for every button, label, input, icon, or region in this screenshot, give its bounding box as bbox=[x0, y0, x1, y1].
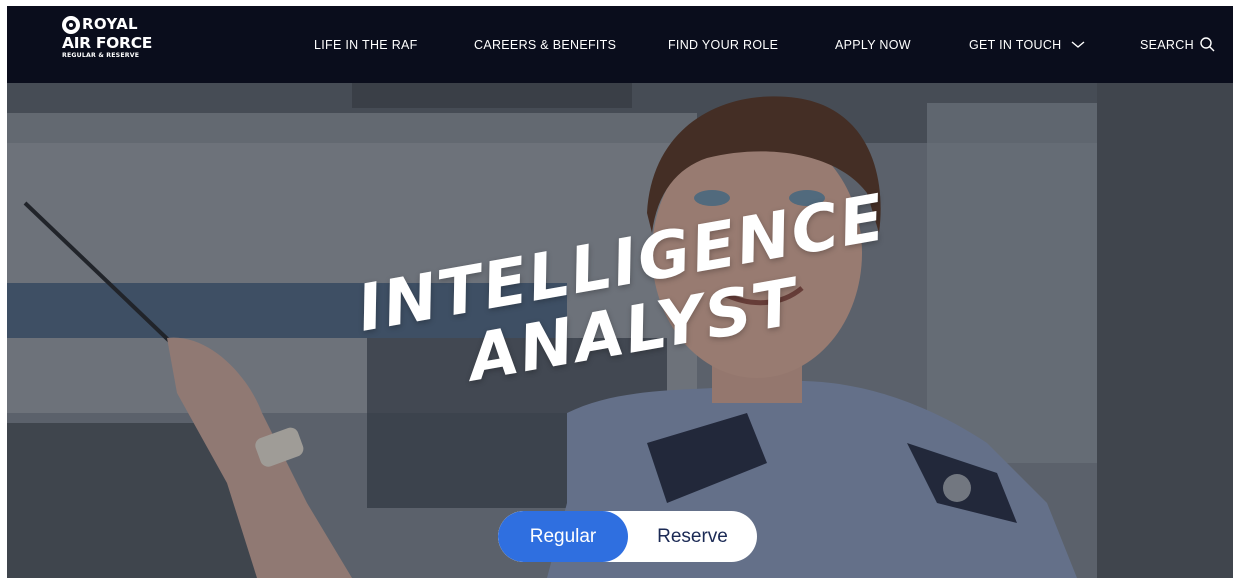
nav-find-your-role[interactable]: FIND YOUR ROLE bbox=[668, 6, 778, 83]
nav-label: LIFE IN THE RAF bbox=[314, 37, 418, 52]
top-navigation-bar: ROYAL AIR FORCE REGULAR & RESERVE LIFE I… bbox=[7, 6, 1233, 83]
nav-search[interactable]: SEARCH bbox=[1140, 6, 1215, 83]
nav-label: CAREERS & BENEFITS bbox=[474, 37, 617, 52]
chevron-down-icon bbox=[1071, 40, 1085, 49]
roundel-icon bbox=[62, 15, 80, 34]
toggle-option-reserve[interactable]: Reserve bbox=[628, 511, 757, 562]
page-frame: ROYAL AIR FORCE REGULAR & RESERVE LIFE I… bbox=[7, 6, 1233, 578]
toggle-option-regular[interactable]: Regular bbox=[498, 511, 628, 562]
logo-line-3: REGULAR & RESERVE bbox=[62, 52, 140, 59]
nav-label: SEARCH bbox=[1140, 37, 1194, 52]
nav-label: APPLY NOW bbox=[835, 37, 911, 52]
nav-label: FIND YOUR ROLE bbox=[668, 37, 779, 52]
search-icon bbox=[1200, 37, 1215, 52]
nav-apply-now[interactable]: APPLY NOW bbox=[835, 6, 911, 83]
hero-banner: INTELLIGENCE ANALYST Regular Reserve bbox=[7, 83, 1233, 578]
logo-top-row: ROYAL bbox=[62, 15, 162, 34]
nav-careers-and-benefits[interactable]: CAREERS & BENEFITS bbox=[474, 6, 616, 83]
logo-line-2: AIR FORCE bbox=[62, 34, 153, 52]
nav-life-in-the-raf[interactable]: LIFE IN THE RAF bbox=[314, 6, 418, 83]
nav-label: GET IN TOUCH bbox=[969, 37, 1062, 52]
raf-logo[interactable]: ROYAL AIR FORCE REGULAR & RESERVE bbox=[62, 15, 162, 73]
logo-line-1: ROYAL bbox=[82, 15, 138, 33]
regular-reserve-toggle[interactable]: Regular Reserve bbox=[498, 511, 757, 562]
nav-get-in-touch[interactable]: GET IN TOUCH bbox=[969, 6, 1085, 83]
